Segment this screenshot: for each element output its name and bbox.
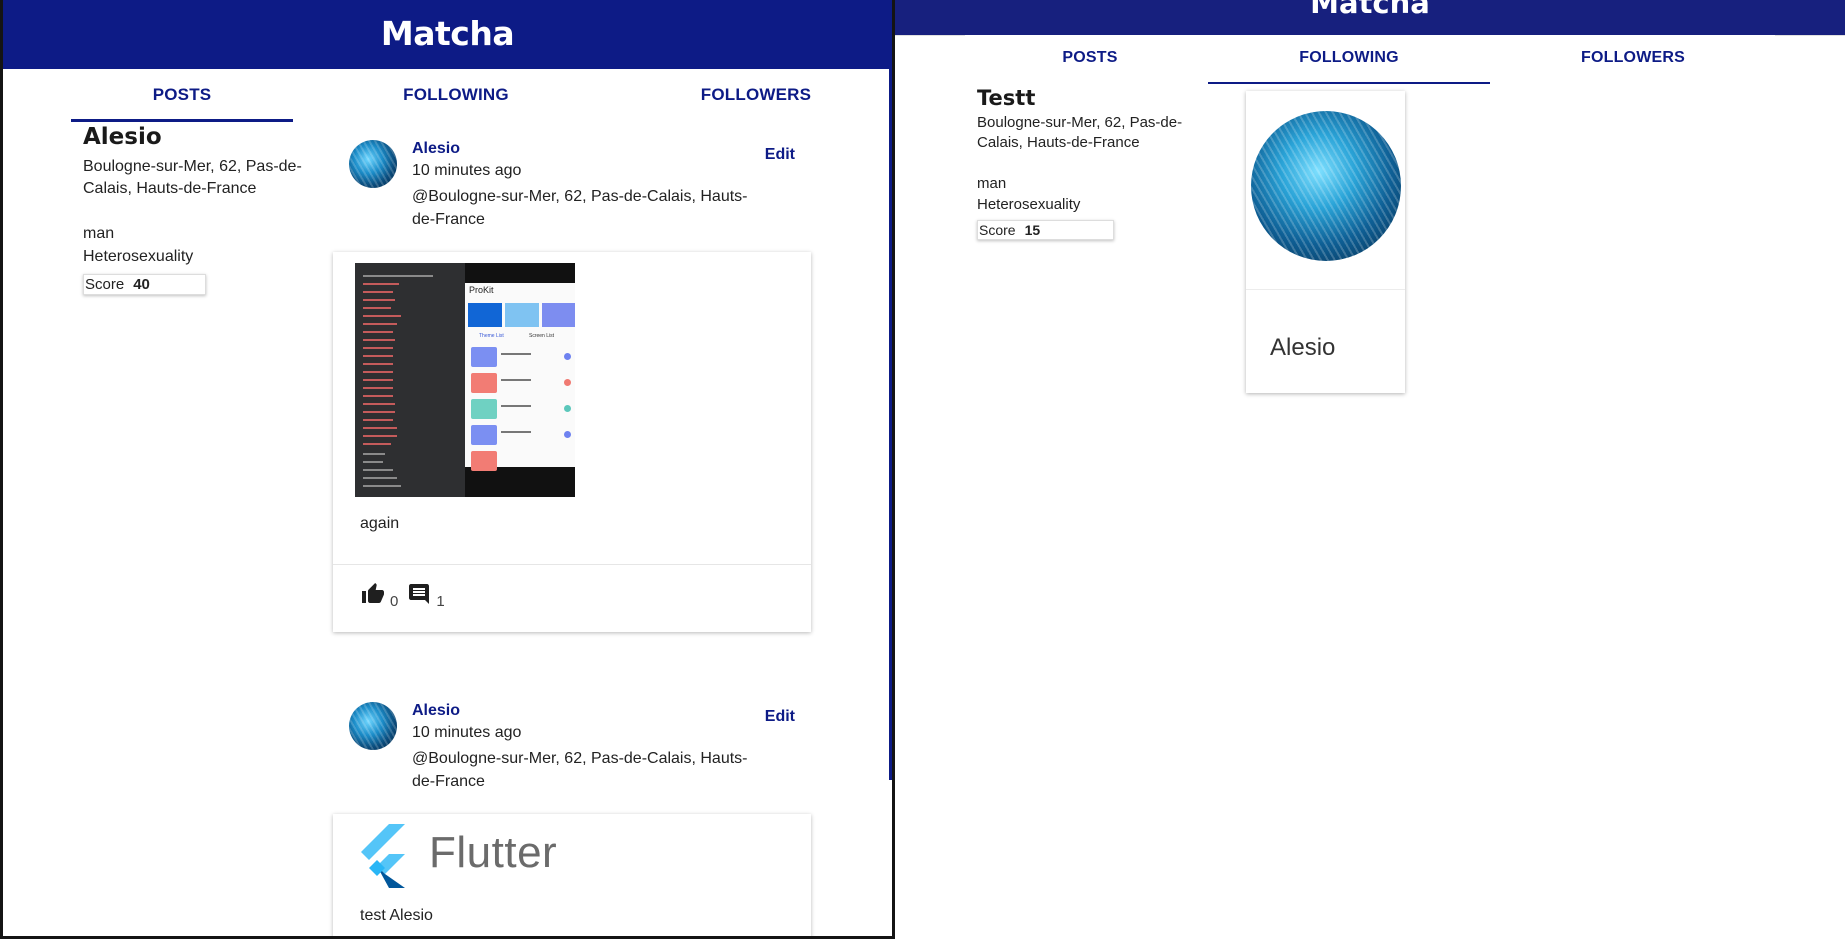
score-badge: Score 15 — [977, 220, 1114, 240]
post: Alesio 10 minutes ago @Boulogne-sur-Mer,… — [333, 702, 811, 936]
right-window: Matcha POSTS FOLLOWING FOLLOWERS Testt B… — [895, 0, 1845, 939]
profile-name: Testt — [977, 86, 1036, 110]
tab-following[interactable]: FOLLOWING — [1208, 36, 1490, 84]
edit-button[interactable]: Edit — [765, 146, 795, 164]
tab-followers[interactable]: FOLLOWERS — [611, 70, 892, 122]
like-count: 0 — [390, 593, 399, 610]
flutter-wordmark: Flutter — [429, 828, 558, 877]
tab-posts[interactable]: POSTS — [71, 70, 293, 122]
post-actions: 0 1 — [360, 582, 445, 610]
thumb-up-icon[interactable] — [360, 582, 386, 610]
score-label: Score — [85, 276, 125, 293]
mock-tab-theme-list: Theme List — [479, 333, 504, 339]
post-time: 10 minutes ago — [412, 724, 522, 741]
post-caption: again — [360, 515, 400, 532]
mock-tab-screen-list: Screen List — [529, 333, 555, 339]
score-badge: Score 40 — [83, 274, 206, 295]
post: Alesio 10 minutes ago @Boulogne-sur-Mer,… — [333, 140, 811, 632]
profile-name: Alesio — [83, 124, 162, 150]
app-bar: Matcha — [895, 0, 1845, 35]
app-title: Matcha — [380, 14, 515, 53]
post-author[interactable]: Alesio — [412, 702, 460, 720]
phone-mock: ProKit Theme List Screen List — [465, 263, 575, 497]
profile-location: Boulogne-sur-Mer, 62, Pas-de-Calais, Hau… — [977, 114, 1183, 151]
score-label: Score — [979, 222, 1016, 238]
profile-orientation: Heterosexuality — [83, 248, 194, 265]
mock-app-title: ProKit — [469, 285, 494, 295]
tab-bar: POSTS FOLLOWING FOLLOWERS — [966, 36, 1776, 84]
post-card: Flutter test Alesio — [333, 814, 811, 936]
edit-button[interactable]: Edit — [765, 708, 795, 726]
post-image[interactable]: Flutter — [355, 822, 585, 888]
post-location: @Boulogne-sur-Mer, 62, Pas-de-Calais, Ha… — [412, 188, 748, 228]
tab-following[interactable]: FOLLOWING — [341, 70, 571, 122]
following-card[interactable]: Alesio — [1246, 91, 1405, 393]
left-window: Matcha POSTS FOLLOWING FOLLOWERS Alesio … — [0, 0, 895, 939]
tab-bar: POSTS FOLLOWING FOLLOWERS — [71, 70, 821, 122]
post-location: @Boulogne-sur-Mer, 62, Pas-de-Calais, Ha… — [412, 750, 748, 790]
profile-panel: Alesio Boulogne-sur-Mer, 62, Pas-de-Cala… — [83, 124, 303, 295]
profile-panel: Testt Boulogne-sur-Mer, 62, Pas-de-Calai… — [977, 86, 1217, 240]
post-time: 10 minutes ago — [412, 162, 522, 179]
post-author[interactable]: Alesio — [412, 140, 460, 158]
tab-followers[interactable]: FOLLOWERS — [1490, 36, 1776, 84]
avatar[interactable] — [349, 140, 397, 188]
profile-orientation: Heterosexuality — [977, 196, 1081, 213]
comment-count: 1 — [436, 593, 445, 610]
ide-panel — [355, 263, 465, 497]
post-card: ProKit Theme List Screen List again 0 1 — [333, 252, 811, 632]
post-caption: test Alesio — [360, 907, 433, 924]
tab-posts[interactable]: POSTS — [966, 36, 1214, 84]
score-value: 15 — [1024, 222, 1041, 238]
app-bar: Matcha — [3, 0, 892, 69]
comment-icon[interactable] — [406, 582, 432, 610]
flutter-logo — [361, 824, 405, 888]
app-title: Matcha — [1310, 0, 1430, 20]
phone-screen: ProKit Theme List Screen List — [465, 283, 575, 471]
score-value: 40 — [133, 276, 150, 293]
post-image[interactable]: ProKit Theme List Screen List — [355, 263, 575, 497]
avatar[interactable] — [1251, 111, 1401, 261]
profile-gender: man — [83, 225, 115, 242]
following-name[interactable]: Alesio — [1270, 334, 1335, 362]
profile-gender: man — [977, 175, 1007, 192]
profile-location: Boulogne-sur-Mer, 62, Pas-de-Calais, Hau… — [83, 158, 302, 197]
avatar[interactable] — [349, 702, 397, 750]
